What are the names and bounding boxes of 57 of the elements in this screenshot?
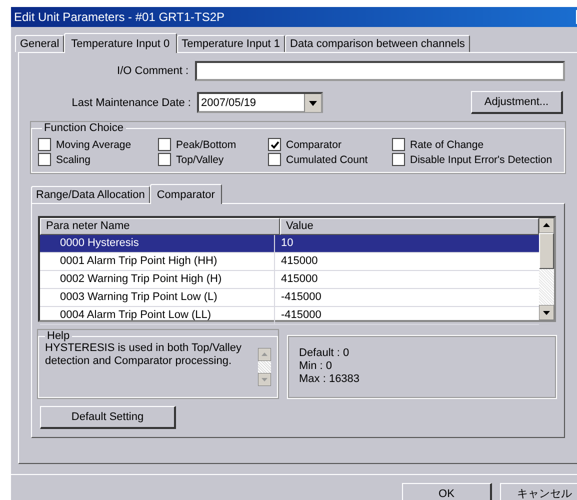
help-text: HYSTERESIS is used in both Top/Valley detection and Comparator processing. (45, 342, 242, 369)
checkbox-label: Disable Input Error's Detection (410, 154, 552, 166)
table-cell: 0001 Alarm Trip Point High (HH) (40, 253, 275, 270)
checkbox-label: Cumulated Count (286, 154, 368, 166)
window-title: Edit Unit Parameters - #01 GRT1-TS2P (14, 10, 225, 24)
checkbox[interactable] (392, 138, 405, 151)
table-cell: 0000 Hysteresis (40, 235, 275, 252)
table-cell-text: -415000 (280, 290, 322, 305)
checkbox-label: Peak/Bottom (176, 138, 236, 150)
table-row[interactable]: 0003 Warning Trip Point Low (L) -415000 (40, 289, 539, 307)
checkbox-label: Scaling (56, 154, 90, 166)
range-info-text: Max : 16383 (299, 373, 361, 386)
column-header[interactable]: Value (280, 218, 539, 235)
tab[interactable]: General (15, 35, 64, 52)
table-row[interactable]: 0004 Alarm Trip Point Low (LL) -415000 (40, 307, 539, 325)
date-dropdown[interactable]: 2007/05/19 (197, 92, 323, 113)
table-cell: 10 (275, 235, 539, 252)
tab[interactable]: Data comparison between channels (285, 35, 470, 52)
table-cell: 0002 Warning Trip Point High (H) (40, 271, 275, 288)
table-cell-text: 415000 (280, 254, 319, 269)
adjustment-button[interactable]: Adjustment... (471, 91, 563, 114)
default-setting-button[interactable]: Default Setting (40, 406, 176, 429)
tab[interactable]: Temperature Input 0 (64, 33, 177, 53)
checkbox[interactable] (158, 153, 171, 166)
checkbox-label: Top/Valley (176, 154, 224, 166)
group-title: Help (46, 330, 71, 342)
field-label: Last Maintenance Date : (70, 96, 192, 108)
tab[interactable]: Range/Data Allocation (31, 186, 150, 203)
column-header[interactable]: Para neter Name (40, 218, 280, 235)
table-row[interactable]: 0002 Warning Trip Point High (H) 415000 (40, 271, 539, 289)
scroll-bar[interactable] (258, 348, 271, 386)
dialog-button[interactable]: OK (402, 483, 492, 500)
table-cell-text: -415000 (280, 308, 322, 323)
checkbox[interactable] (392, 153, 405, 166)
dialog-button[interactable]: キャンセル (500, 483, 577, 500)
input-field[interactable] (194, 61, 565, 81)
checkbox[interactable] (38, 138, 51, 151)
checkbox[interactable] (158, 138, 171, 151)
tab[interactable]: Temperature Input 1 (176, 35, 286, 52)
table-row[interactable]: 0000 Hysteresis 10 (40, 235, 539, 253)
group-title: Function Choice (43, 122, 124, 134)
table-cell-text: 415000 (280, 272, 319, 287)
checkbox-label: Moving Average (56, 138, 132, 150)
checkbox[interactable] (38, 153, 51, 166)
checkbox-label: Rate of Change (410, 138, 484, 150)
checkbox[interactable] (268, 138, 281, 151)
field-label: I/O Comment : (116, 65, 190, 77)
range-info-text: Default : 0 (299, 347, 350, 360)
tab[interactable]: Comparator (150, 184, 222, 204)
checkbox[interactable] (268, 153, 281, 166)
table-row[interactable]: 0001 Alarm Trip Point High (HH) 415000 (40, 253, 539, 271)
range-info-text: Min : 0 (299, 360, 334, 373)
scroll-bar[interactable] (539, 218, 554, 320)
table-cell: 0003 Warning Trip Point Low (L) (40, 289, 275, 306)
dropdown-arrow-icon[interactable] (304, 94, 321, 112)
checkbox-label: Comparator (286, 138, 342, 150)
table-cell: 0004 Alarm Trip Point Low (LL) (40, 307, 275, 324)
